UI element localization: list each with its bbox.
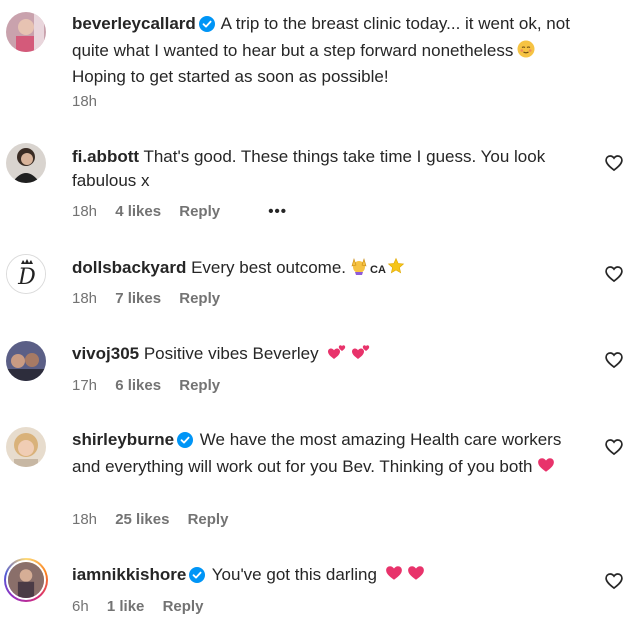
timestamp: 18h (72, 93, 98, 110)
username[interactable]: beverleycallard (72, 14, 196, 33)
comment-text-continued: Hoping to get started as soon as possibl… (72, 67, 389, 86)
comment-text: That's good. These things take time I gu… (72, 147, 546, 190)
username[interactable]: iamnikkishore (72, 565, 186, 584)
timestamp: 17h (72, 377, 98, 394)
reply-button[interactable]: Reply (179, 290, 220, 307)
ca-label: CA (370, 264, 386, 276)
raising-hands-emoji-icon (350, 257, 368, 282)
avatar[interactable] (6, 12, 46, 52)
heart-emoji-icon (407, 564, 425, 589)
likes-count[interactable]: 7 likes (115, 290, 161, 307)
avatar[interactable] (6, 341, 46, 381)
likes-count[interactable]: 6 likes (115, 377, 161, 394)
comment-body: iamnikkishore You've got this darling (72, 563, 592, 590)
username[interactable]: fi.abbott (72, 147, 139, 166)
comment-body: beverleycallard A trip to the breast cli… (72, 12, 592, 89)
comment-text: Positive vibes Beverley (143, 344, 319, 363)
heart-emoji-icon (537, 456, 555, 481)
likes-count[interactable]: 25 likes (115, 511, 169, 528)
star-emoji-icon (387, 257, 405, 282)
like-heart-icon[interactable] (604, 571, 624, 591)
like-heart-icon[interactable] (604, 153, 624, 173)
avatar[interactable] (6, 427, 46, 467)
avatar[interactable] (4, 558, 48, 602)
more-options-icon[interactable]: ••• (268, 203, 287, 220)
heart-emoji-icon (385, 564, 403, 589)
comment-meta: 18h 7 likes Reply (72, 290, 234, 307)
comment-body: vivoj305 Positive vibes Beverley (72, 342, 592, 368)
likes-count[interactable]: 4 likes (115, 203, 161, 220)
comment-meta: 18h 4 likes Reply ••• (72, 203, 301, 220)
timestamp: 18h (72, 511, 98, 528)
comment-meta: 18h (72, 93, 111, 110)
verified-badge-icon (177, 431, 194, 455)
reply-button[interactable]: Reply (188, 511, 229, 528)
like-heart-icon[interactable] (604, 264, 624, 284)
reply-button[interactable]: Reply (163, 598, 204, 615)
timestamp: 18h (72, 203, 98, 220)
comment-text: Every best outcome. (191, 258, 347, 277)
two-hearts-emoji-icon (327, 343, 347, 368)
comment-meta: 17h 6 likes Reply (72, 377, 234, 394)
svg-text:D: D (17, 265, 36, 290)
comment-meta: 18h 25 likes Reply (72, 511, 242, 528)
relieved-face-emoji-icon (517, 40, 535, 65)
comment-body: shirleyburne We have the most amazing He… (72, 428, 592, 481)
two-hearts-emoji-icon (351, 343, 371, 368)
reply-button[interactable]: Reply (179, 377, 220, 394)
comment-body: fi.abbott That's good. These things take… (72, 145, 592, 193)
comment-meta: 6h 1 like Reply (72, 598, 217, 615)
username[interactable]: vivoj305 (72, 344, 139, 363)
verified-badge-icon (198, 15, 215, 39)
username[interactable]: dollsbackyard (72, 258, 186, 277)
likes-count[interactable]: 1 like (107, 598, 145, 615)
timestamp: 6h (72, 598, 89, 615)
reply-button[interactable]: Reply (179, 203, 220, 220)
like-heart-icon[interactable] (604, 437, 624, 457)
avatar[interactable]: D (6, 254, 46, 294)
timestamp: 18h (72, 290, 98, 307)
avatar[interactable] (6, 143, 46, 183)
verified-badge-icon (189, 566, 206, 590)
like-heart-icon[interactable] (604, 350, 624, 370)
comment-text: You've got this darling (211, 565, 377, 584)
comment-body: dollsbackyard Every best outcome. CA (72, 256, 592, 282)
username[interactable]: shirleyburne (72, 430, 174, 449)
